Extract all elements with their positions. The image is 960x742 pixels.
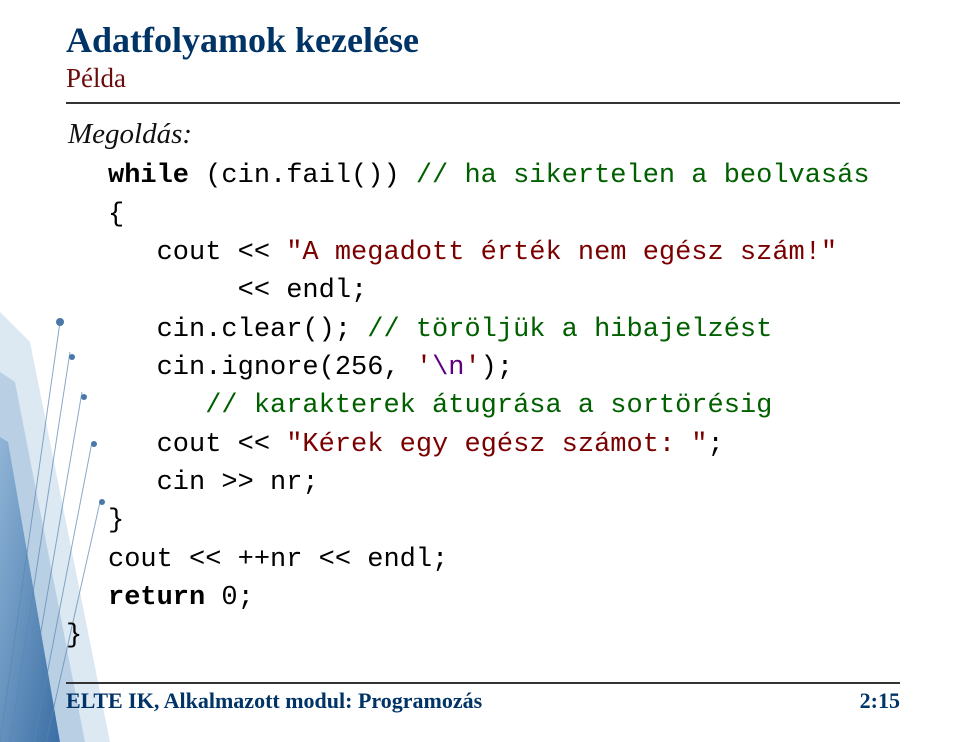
content-area: Adatfolyamok kezelése Példa Megoldás: wh… [0, 0, 960, 656]
solution-label: Megoldás: [68, 118, 900, 151]
code-text: } [108, 506, 124, 536]
footer-right: 2:15 [860, 688, 900, 714]
code-text: { [108, 200, 124, 230]
code-text: cin >> nr; [108, 468, 319, 498]
footer: ELTE IK, Alkalmazott modul: Programozás … [66, 682, 900, 714]
code-text: (cin.fail()) [189, 161, 416, 191]
code-string: "A megadott érték nem egész szám!" [286, 238, 837, 268]
slide: Adatfolyamok kezelése Példa Megoldás: wh… [0, 0, 960, 742]
code-keyword: while [108, 161, 189, 191]
code-string: ' [416, 353, 432, 383]
footer-row: ELTE IK, Alkalmazott modul: Programozás … [66, 688, 900, 714]
slide-subtitle: Példa [66, 63, 900, 94]
footer-left: ELTE IK, Alkalmazott modul: Programozás [66, 688, 482, 714]
code-string: ' [464, 353, 480, 383]
code-comment: // ha sikertelen a beolvasás [416, 161, 870, 191]
code-comment: // töröljük a hibajelzést [367, 315, 772, 345]
code-escape: \n [432, 353, 464, 383]
code-comment: // karakterek átugrása a sortörésig [205, 391, 772, 421]
code-text: cout << ++nr << endl; [108, 545, 448, 575]
slide-title: Adatfolyamok kezelése [66, 20, 900, 61]
code-text: 0; [205, 583, 254, 613]
code-text: cin.ignore(256, [108, 353, 416, 383]
code-text: cout << [108, 238, 286, 268]
code-text: ; [708, 430, 724, 460]
code-text: } [66, 621, 82, 651]
code-text: cout << [108, 430, 286, 460]
code-keyword: return [108, 583, 205, 613]
code-text: ); [481, 353, 513, 383]
footer-divider [66, 682, 900, 684]
code-indent [108, 391, 205, 421]
code-string: "Kérek egy egész számot: " [286, 430, 707, 460]
code-text: cin.clear(); [108, 315, 367, 345]
code-text: << endl; [108, 276, 367, 306]
code-block: while (cin.fail()) // ha sikertelen a be… [108, 157, 900, 655]
title-divider [66, 102, 900, 104]
